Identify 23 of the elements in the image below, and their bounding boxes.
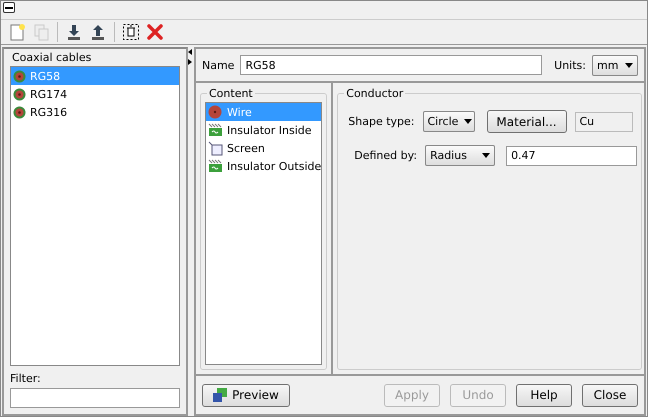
cable-list-item[interactable]: RG174 (11, 85, 179, 103)
shape-type-label: Shape type: (348, 115, 414, 128)
group-title: Content (207, 87, 255, 100)
group-title: Conductor (344, 87, 406, 100)
radius-field[interactable]: 0.47 (506, 146, 638, 166)
shape-type-dropdown[interactable]: Circle (422, 111, 474, 132)
content-list-item[interactable]: Screen (206, 139, 322, 157)
content-list-item[interactable]: Insulator Inside (206, 121, 322, 139)
material-button[interactable]: Material... (486, 110, 566, 133)
units-dropdown[interactable]: mm (592, 54, 638, 76)
name-label: Name (202, 58, 234, 72)
preview-button[interactable]: Preview (202, 384, 290, 406)
action-button[interactable]: Help (516, 384, 572, 406)
group-title: Coaxial cables (12, 51, 92, 64)
material-field: Cu (574, 112, 632, 132)
filter-label: Filter: (10, 372, 42, 385)
units-label: Units: (554, 58, 586, 72)
content-list-item[interactable]: Insulator Outside (206, 157, 322, 175)
defined-by-dropdown[interactable]: Radius (425, 145, 496, 166)
defined-by-label: Defined by: (354, 149, 418, 162)
name-field[interactable]: RG58 (240, 55, 542, 75)
cable-list-item[interactable]: RG316 (11, 103, 179, 121)
action-button[interactable]: Close (582, 384, 638, 406)
